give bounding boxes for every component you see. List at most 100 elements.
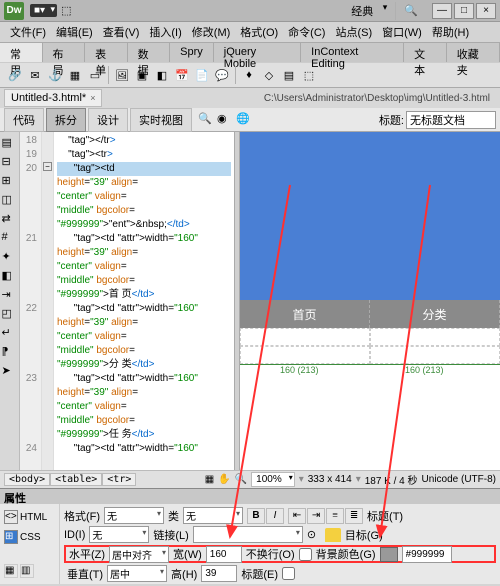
ol-icon[interactable]: ≣ (345, 508, 363, 524)
indent-icon[interactable]: ⇥ (307, 508, 325, 524)
browse-folder-icon[interactable] (325, 528, 341, 542)
hyperlink-icon[interactable]: 🔗 (6, 66, 24, 84)
view-live-button[interactable]: 实时视图 (130, 108, 192, 132)
height-input[interactable] (201, 565, 237, 582)
menu-file[interactable]: 文件(F) (6, 22, 50, 42)
div-icon[interactable]: ▭ (86, 66, 104, 84)
hand-tool-icon[interactable]: ✋ (218, 474, 230, 485)
table-icon[interactable]: ▦ (66, 66, 84, 84)
nowrap-checkbox[interactable] (299, 548, 312, 561)
browser-icon[interactable]: 🌐 (236, 112, 252, 128)
inspect-icon[interactable]: 🔍 (198, 112, 214, 128)
open-docs-icon[interactable]: ▤ (2, 136, 18, 152)
head-icon[interactable]: ♦ (240, 66, 258, 84)
view-split-button[interactable]: 拆分 (46, 108, 86, 132)
vert-select[interactable]: 居中 (107, 565, 167, 582)
indent-icon[interactable]: ➤ (2, 364, 18, 380)
date-icon[interactable]: 📅 (173, 66, 191, 84)
design-cell-home[interactable]: 首页 (240, 300, 370, 328)
horz-select[interactable]: 居中对齐 (109, 546, 169, 563)
image-icon[interactable]: 🖼 (113, 66, 131, 84)
tab-forms[interactable]: 表单 (85, 43, 128, 62)
tab-spry[interactable]: Spry (170, 43, 214, 62)
minimize-button[interactable]: — (432, 3, 452, 19)
close-button[interactable]: × (476, 3, 496, 19)
ul-icon[interactable]: ≡ (326, 508, 344, 524)
layout-dropdown[interactable]: ■▾ (30, 4, 57, 17)
line-numbers-icon[interactable]: # (2, 231, 18, 247)
media-icon[interactable]: ▣ (133, 66, 151, 84)
view-code-button[interactable]: 代码 (4, 108, 44, 132)
menu-site[interactable]: 站点(S) (331, 22, 376, 42)
ssi-icon[interactable]: 📄 (193, 66, 211, 84)
tab-favorites[interactable]: 收藏夹 (447, 43, 500, 62)
code-editor[interactable]: "tag"></tr> "tag"><tr> "tag"><td "attr">… (54, 132, 234, 470)
properties-header[interactable]: 属性 (0, 488, 500, 504)
templates-icon[interactable]: ▤ (280, 66, 298, 84)
outdent-icon[interactable]: ⇤ (288, 508, 306, 524)
id-select[interactable]: 无 (89, 526, 149, 543)
document-tab[interactable]: Untitled-3.html* × (4, 89, 102, 107)
menu-view[interactable]: 查看(V) (99, 22, 144, 42)
autoindent-icon[interactable]: ⇥ (2, 288, 18, 304)
script-icon[interactable]: ◇ (260, 66, 278, 84)
maximize-button[interactable]: □ (454, 3, 474, 19)
crumb-tr[interactable]: <tr> (102, 473, 136, 486)
zoom-tool-icon[interactable]: 🔍 (235, 474, 247, 485)
comment-icon[interactable]: 💬 (213, 66, 231, 84)
tab-jquery[interactable]: jQuery Mobile (214, 43, 301, 62)
menu-commands[interactable]: 命令(C) (284, 22, 329, 42)
mode-html[interactable]: <> HTML (2, 508, 57, 526)
menu-insert[interactable]: 插入(I) (145, 22, 185, 42)
menu-format[interactable]: 格式(O) (236, 22, 282, 42)
extension-icon[interactable]: ⬚ (61, 4, 75, 18)
bold-button[interactable]: B (247, 508, 265, 524)
design-cell-category[interactable]: 分类 (370, 300, 500, 328)
balance-icon[interactable]: ⇄ (2, 212, 18, 228)
menu-modify[interactable]: 修改(M) (188, 22, 235, 42)
width-label: 宽(W) (173, 546, 202, 562)
wrap-icon[interactable]: ↵ (2, 326, 18, 342)
mode-css[interactable]: ⊞ CSS (2, 528, 57, 546)
menu-edit[interactable]: 编辑(E) (52, 22, 97, 42)
select-parent-icon[interactable]: ◫ (2, 193, 18, 209)
email-icon[interactable]: ✉ (26, 66, 44, 84)
width-input[interactable] (206, 546, 242, 563)
menu-window[interactable]: 窗口(W) (378, 22, 426, 42)
zoom-value[interactable]: 100% (251, 472, 295, 487)
expand-icon[interactable]: ⊞ (2, 174, 18, 190)
design-view[interactable]: 首页 分类 160 (213) 160 (213) (240, 132, 500, 470)
tab-text[interactable]: 文本 (404, 43, 447, 62)
page-title-input[interactable] (406, 111, 496, 129)
search-icon[interactable]: 🔍 (404, 4, 418, 17)
header-checkbox[interactable] (282, 567, 295, 580)
menu-help[interactable]: 帮助(H) (428, 22, 473, 42)
tab-data[interactable]: 数据 (128, 43, 171, 62)
anchor-icon[interactable]: ⚓ (46, 66, 64, 84)
doc-close-icon[interactable]: × (90, 93, 95, 103)
bgcolor-swatch[interactable] (380, 547, 398, 562)
tab-ice[interactable]: InContext Editing (301, 43, 404, 62)
tab-common[interactable]: 常用 (0, 43, 43, 62)
workspace-switcher[interactable]: 经典 (347, 2, 387, 20)
crumb-body[interactable]: <body> (4, 473, 50, 486)
snippet-icon[interactable]: ◰ (2, 307, 18, 323)
widget-icon[interactable]: ◧ (153, 66, 171, 84)
tab-layout[interactable]: 布局 (43, 43, 86, 62)
tag-icon[interactable]: ⬚ (300, 66, 318, 84)
class-select[interactable]: 无 (183, 507, 243, 524)
crumb-table[interactable]: <table> (50, 473, 102, 486)
view-design-button[interactable]: 设计 (88, 108, 128, 132)
point-to-file-icon[interactable]: ⊙ (307, 528, 321, 542)
syntax-icon[interactable]: ◧ (2, 269, 18, 285)
highlight-icon[interactable]: ✦ (2, 250, 18, 266)
format-icon[interactable]: ⁋ (2, 345, 18, 361)
format-select[interactable]: 无 (104, 507, 164, 524)
livecode-icon[interactable]: ◉ (217, 112, 233, 128)
select-tool-icon[interactable]: ▦ (205, 474, 214, 485)
link-select[interactable] (193, 526, 303, 543)
italic-button[interactable]: I (266, 508, 284, 524)
collapse-icon[interactable]: ⊟ (2, 155, 18, 171)
bgcolor-input[interactable] (402, 546, 452, 563)
fold-marker[interactable]: − (43, 162, 52, 171)
